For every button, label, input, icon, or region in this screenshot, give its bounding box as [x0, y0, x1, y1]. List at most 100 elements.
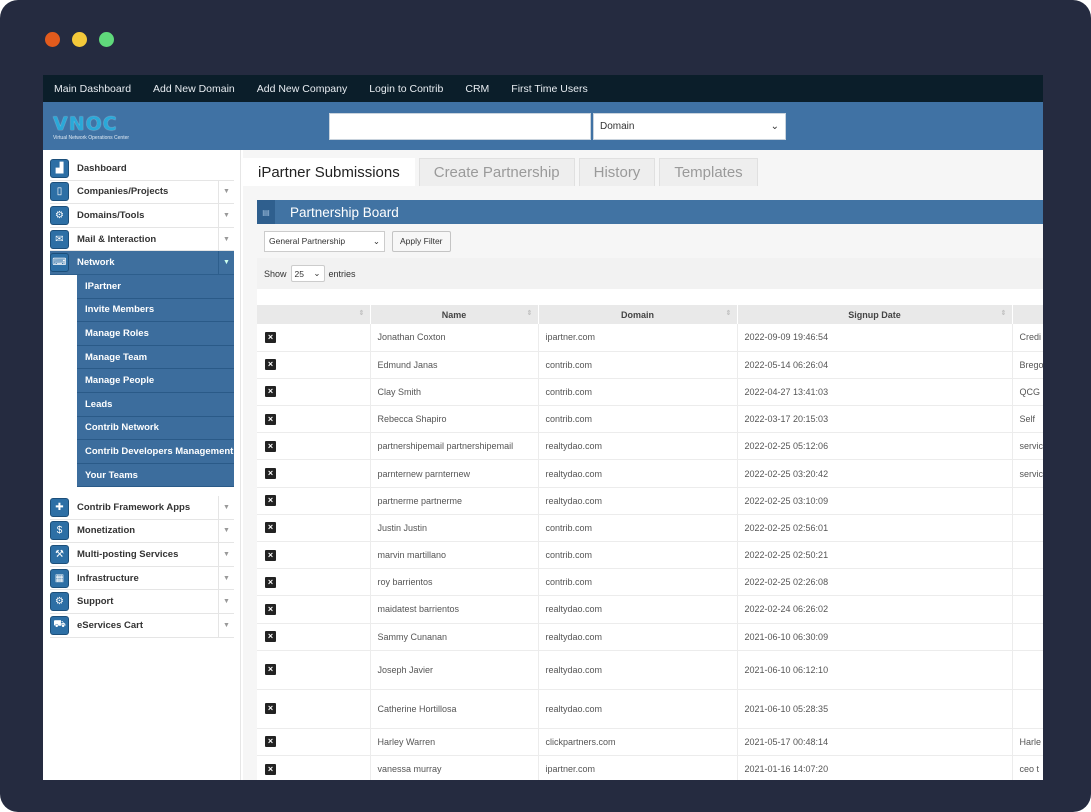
- maximize-dot[interactable]: [99, 32, 114, 47]
- topnav-link-main-dashboard[interactable]: Main Dashboard: [54, 83, 131, 95]
- sidebar-subitem-manage-roles[interactable]: Manage Roles: [77, 322, 234, 346]
- delete-icon[interactable]: ×: [265, 440, 276, 452]
- domain-cell: contrib.com: [538, 405, 738, 434]
- vnoc-logo[interactable]: VNOC Virtual Network Operations Center: [53, 114, 137, 142]
- table-row: × Clay Smith contrib.com 2022-04-27 13:41:0…: [257, 378, 1043, 407]
- domain-cell: ipartner.com: [538, 324, 738, 352]
- table-row: × Joseph Javier realtydao.com 2021-06-10 06…: [257, 650, 1043, 690]
- delete-cell: ×: [257, 568, 371, 597]
- topnav-link-first-time-users[interactable]: First Time Users: [511, 83, 587, 95]
- partnership-type-value: General Partnership: [269, 236, 346, 246]
- name-cell: Edmund Janas: [370, 351, 539, 379]
- window-controls: [45, 32, 114, 47]
- sidebar-subitem-manage-team[interactable]: Manage Team: [77, 345, 234, 370]
- topnav-link-crm[interactable]: CRM: [465, 83, 489, 95]
- sidebar-item-mail-interaction[interactable]: ✉ Mail & Interaction ▼: [50, 227, 234, 252]
- entries-count-select[interactable]: 25 ⌄: [290, 265, 325, 282]
- delete-icon[interactable]: ×: [265, 736, 276, 748]
- sidebar-item-companies-projects[interactable]: ▯ Companies/Projects ▼: [50, 180, 234, 205]
- topnav-link-add-new-company[interactable]: Add New Company: [257, 83, 347, 95]
- name-column-header[interactable]: Name ⇕: [370, 305, 539, 324]
- panel-menu-icon[interactable]: ▤: [257, 200, 275, 224]
- domain-cell: contrib.com: [538, 541, 738, 570]
- extra-column-header[interactable]: [1012, 305, 1043, 324]
- delete-icon[interactable]: ×: [265, 631, 276, 643]
- name-cell: Justin Justin: [370, 514, 539, 543]
- delete-icon[interactable]: ×: [265, 413, 276, 425]
- sidebar-item-domains-tools[interactable]: ⚙ Domains/Tools ▼: [50, 204, 234, 228]
- sidebar-item-infrastructure[interactable]: ▦ Infrastructure ▼: [50, 566, 234, 591]
- apply-filter-button[interactable]: Apply Filter: [392, 230, 451, 252]
- extra-cell: QCG: [1012, 378, 1043, 407]
- chevron-down-icon[interactable]: ▼: [218, 543, 234, 566]
- sidebar-subitem-contrib-developers-management[interactable]: Contrib Developers Management: [77, 440, 234, 464]
- signup-date-column-header[interactable]: Signup Date ⇕: [737, 305, 1013, 324]
- sidebar-item-contrib-framework-apps[interactable]: ✚ Contrib Framework Apps ▼: [50, 496, 234, 520]
- chevron-down-icon[interactable]: ▼: [218, 180, 234, 204]
- sort-icon[interactable]: ⇕: [359, 309, 365, 317]
- delete-icon[interactable]: ×: [265, 549, 276, 561]
- sidebar-item-support[interactable]: ⚙ Support ▼: [50, 590, 234, 614]
- tab-ipartner-submissions[interactable]: iPartner Submissions: [243, 158, 415, 186]
- search-input[interactable]: [329, 113, 591, 140]
- delete-icon[interactable]: ×: [265, 664, 276, 676]
- chevron-down-icon[interactable]: ▼: [218, 613, 234, 637]
- chevron-down-icon[interactable]: ▼: [218, 590, 234, 613]
- sidebar-subitem-your-teams[interactable]: Your Teams: [77, 463, 234, 488]
- topnav-link-login-to-contrib[interactable]: Login to Contrib: [369, 83, 443, 95]
- tab-history[interactable]: History: [578, 158, 656, 186]
- topnav-link-add-new-domain[interactable]: Add New Domain: [153, 83, 235, 95]
- sort-icon[interactable]: ⇕: [1001, 309, 1007, 317]
- signup-date-cell: 2021-06-10 06:30:09: [737, 623, 1013, 651]
- minimize-dot[interactable]: [72, 32, 87, 47]
- tab-templates[interactable]: Templates: [659, 158, 758, 186]
- chevron-down-icon[interactable]: ▼: [218, 251, 234, 274]
- delete-icon[interactable]: ×: [265, 576, 276, 588]
- sidebar-item-eservices-cart[interactable]: ⛟ eServices Cart ▼: [50, 613, 234, 638]
- sort-icon[interactable]: ⇕: [726, 309, 732, 317]
- tab-create-partnership[interactable]: Create Partnership: [418, 158, 575, 186]
- chevron-down-icon[interactable]: ▼: [218, 519, 234, 543]
- delete-icon[interactable]: ×: [265, 495, 276, 507]
- chevron-down-icon[interactable]: ▼: [218, 566, 234, 590]
- delete-icon[interactable]: ×: [265, 703, 276, 715]
- delete-icon[interactable]: ×: [265, 763, 276, 775]
- sidebar-subitem-contrib-network[interactable]: Contrib Network: [77, 416, 234, 441]
- sidebar-subitem-leads[interactable]: Leads: [77, 392, 234, 417]
- browser-viewport: Main Dashboard Add New Domain Add New Comp…: [43, 75, 1043, 780]
- sidebar-subitem-ipartner[interactable]: IPartner: [77, 274, 234, 299]
- show-label: Show: [264, 268, 287, 279]
- sidebar-item-monetization[interactable]: $ Monetization ▼: [50, 519, 234, 544]
- panel-header: ▤ Partnership Board: [257, 200, 1043, 224]
- extra-cell: [1012, 650, 1043, 690]
- delete-icon[interactable]: ×: [265, 359, 276, 371]
- sidebar-subitem-invite-members[interactable]: Invite Members: [77, 298, 234, 323]
- delete-cell: ×: [257, 459, 371, 488]
- chevron-down-icon[interactable]: ▼: [218, 227, 234, 251]
- sidebar-item-label: Companies/Projects: [77, 186, 169, 198]
- chevron-down-icon[interactable]: ▼: [218, 496, 234, 519]
- sidebar-item-network[interactable]: ⌨ Network ▼: [50, 251, 234, 275]
- chevron-down-icon[interactable]: ▼: [218, 204, 234, 227]
- chevron-down-icon: ⌄: [372, 235, 380, 246]
- sort-icon[interactable]: ⇕: [527, 309, 533, 317]
- select-column-header[interactable]: ⇕: [257, 305, 371, 324]
- sidebar-item-dashboard[interactable]: ▟ Dashboard: [50, 157, 234, 181]
- domain-cell: contrib.com: [538, 514, 738, 543]
- partnership-type-select[interactable]: General Partnership ⌄: [264, 230, 385, 252]
- name-cell: roy barrientos: [370, 568, 539, 597]
- delete-icon[interactable]: ×: [265, 522, 276, 534]
- signup-date-cell: 2022-02-25 05:12:06: [737, 432, 1013, 461]
- table-row: × marvin martillano contrib.com 2022-02-25 …: [257, 541, 1043, 570]
- sidebar-item-multi-posting-services[interactable]: ⚒ Multi-posting Services ▼: [50, 543, 234, 567]
- delete-icon[interactable]: ×: [265, 603, 276, 615]
- signup-date-cell: 2022-03-17 20:15:03: [737, 405, 1013, 434]
- delete-icon[interactable]: ×: [265, 386, 276, 398]
- delete-icon[interactable]: ×: [265, 468, 276, 480]
- close-dot[interactable]: [45, 32, 60, 47]
- sidebar-subitem-manage-people[interactable]: Manage People: [77, 369, 234, 393]
- domain-column-header[interactable]: Domain ⇕: [538, 305, 738, 324]
- domain-select[interactable]: Domain ⌄: [593, 113, 786, 140]
- hammer-icon: ⚒: [50, 544, 69, 564]
- delete-icon[interactable]: ×: [265, 331, 276, 343]
